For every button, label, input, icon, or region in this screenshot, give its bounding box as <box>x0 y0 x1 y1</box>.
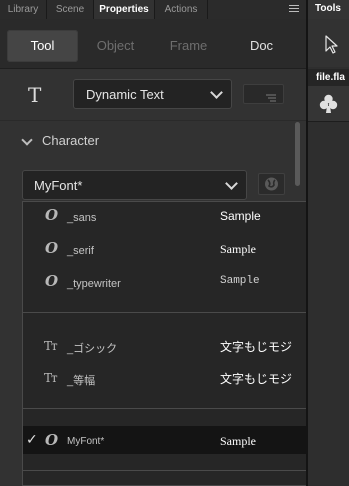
font-name: _serif <box>67 245 94 257</box>
globe-icon <box>265 177 278 191</box>
mode-tool-button[interactable]: Tool <box>7 30 78 62</box>
anti-alias-button[interactable] <box>243 84 284 104</box>
tab-scene[interactable]: Scene <box>47 0 94 19</box>
mode-switcher: Tool Object Frame Doc <box>0 19 306 69</box>
font-list-item-monospaced[interactable]: Tт _等幅 文字もじモジ <box>23 364 327 392</box>
tab-library-label: Library <box>7 4 39 15</box>
text-type-value: Dynamic Text <box>86 87 164 102</box>
chevron-down-icon <box>225 177 238 190</box>
tab-properties[interactable]: Properties <box>94 0 155 19</box>
font-family-value: MyFont* <box>34 178 83 193</box>
font-list-item-typewriter[interactable]: O _typewriter Sample <box>23 268 327 296</box>
font-name: _等幅 <box>67 375 96 387</box>
font-name: _typewriter <box>67 278 121 290</box>
library-panel-button[interactable] <box>308 86 349 122</box>
font-sample: Sample <box>220 434 256 448</box>
font-sample: Sample <box>220 275 260 287</box>
anti-alias-icon <box>266 94 276 102</box>
mode-doc-button[interactable]: Doc <box>228 30 295 62</box>
mode-tool-label: Tool <box>30 38 55 53</box>
club-icon <box>319 94 338 113</box>
font-name: _ゴシック <box>67 343 118 355</box>
tab-scene-label: Scene <box>55 4 85 15</box>
panel-scrollbar-thumb[interactable] <box>295 122 300 186</box>
font-list-item-sans[interactable]: O _sans Sample <box>23 202 327 230</box>
opentype-font-icon: O <box>45 206 59 224</box>
panel-tab-bar: Library Scene Properties Actions <box>0 0 306 19</box>
font-sample: 文字もじモジ <box>220 372 293 386</box>
list-divider <box>23 408 327 409</box>
character-section-title: Character <box>42 133 100 148</box>
opentype-font-icon: O <box>45 431 59 449</box>
font-sample: Sample <box>220 209 261 223</box>
tools-panel <box>308 19 349 67</box>
font-list-item-myfont[interactable]: ✓ O MyFont* Sample <box>23 426 327 454</box>
tab-actions-label: Actions <box>164 4 198 15</box>
opentype-font-icon: O <box>45 239 59 257</box>
truetype-font-icon: Tт <box>44 371 58 385</box>
mode-doc-label: Doc <box>249 38 274 53</box>
text-tool-icon: T <box>28 83 42 107</box>
font-family-select[interactable]: MyFont* <box>22 170 247 200</box>
tools-panel-tab[interactable]: Tools <box>308 0 349 19</box>
tab-actions[interactable]: Actions <box>155 0 208 19</box>
font-list-item-serif[interactable]: O _serif Sample <box>23 235 327 263</box>
font-sample: 文字もじモジ <box>220 340 293 354</box>
mode-frame-label: Frame <box>169 38 208 53</box>
opentype-font-icon: O <box>45 272 59 290</box>
document-tab[interactable]: file.fla <box>308 69 349 86</box>
list-divider <box>23 470 327 471</box>
embed-font-button[interactable] <box>258 173 285 195</box>
tab-properties-label: Properties <box>99 4 149 15</box>
selection-arrow-icon[interactable] <box>308 19 349 67</box>
chevron-down-icon <box>210 86 223 99</box>
mode-object-button[interactable]: Object <box>82 30 149 62</box>
list-divider <box>23 312 327 313</box>
mode-object-label: Object <box>96 38 135 53</box>
mode-frame-button[interactable]: Frame <box>155 30 222 62</box>
panel-menu-icon[interactable] <box>289 5 299 14</box>
tab-library[interactable]: Library <box>0 0 47 19</box>
font-name: _sans <box>67 212 97 224</box>
text-type-select[interactable]: Dynamic Text <box>73 79 232 109</box>
check-icon: ✓ <box>26 431 38 447</box>
font-name: MyFont* <box>67 436 105 447</box>
font-sample: Sample <box>220 242 256 256</box>
truetype-font-icon: Tт <box>44 339 58 353</box>
font-list-item-gothic[interactable]: Tт _ゴシック 文字もじモジ <box>23 332 327 360</box>
